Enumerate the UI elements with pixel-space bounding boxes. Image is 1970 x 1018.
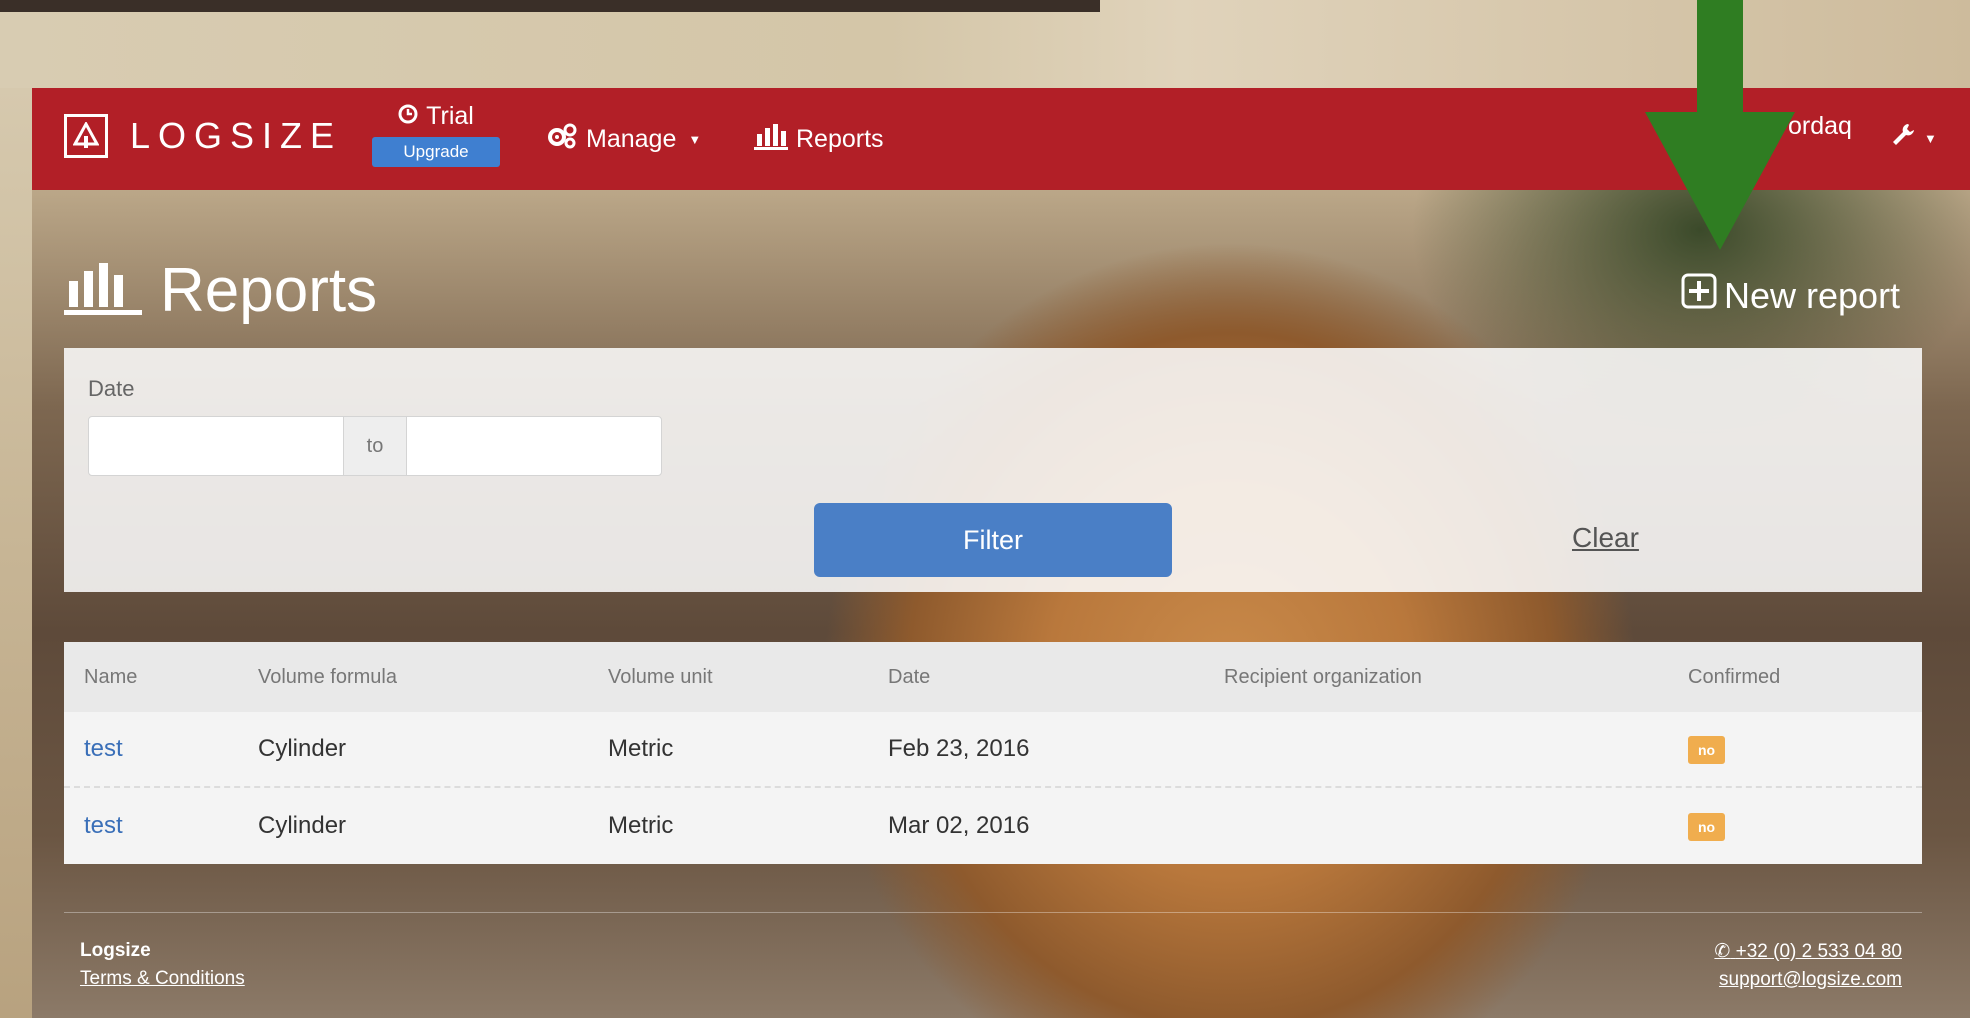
date-to-separator: to: [344, 416, 406, 476]
nav-reports-link[interactable]: Reports: [754, 122, 884, 157]
cell-date: Mar 02, 2016: [888, 812, 1030, 839]
cell-volume-formula: Cylinder: [258, 812, 347, 839]
clock-icon: [398, 102, 418, 131]
phone-number: +32 (0) 2 533 04 80: [1735, 941, 1902, 962]
col-confirmed[interactable]: Confirmed: [1688, 666, 1780, 689]
plus-square-icon: [1680, 272, 1718, 319]
col-name[interactable]: Name: [84, 666, 137, 689]
filter-panel: Date to Filter Clear: [64, 348, 1922, 592]
footer-right: ✆ +32 (0) 2 533 04 80 support@logsize.co…: [1714, 940, 1902, 997]
gears-icon: [546, 122, 578, 157]
terms-link[interactable]: Terms & Conditions: [80, 968, 245, 990]
report-name-link[interactable]: test: [84, 735, 123, 763]
nav-reports-label: Reports: [796, 125, 884, 153]
date-to-input[interactable]: [406, 416, 662, 476]
col-volume-unit[interactable]: Volume unit: [608, 666, 713, 689]
date-from-input[interactable]: [88, 416, 344, 476]
cell-volume-formula: Cylinder: [258, 735, 347, 762]
chevron-down-icon: ▼: [1924, 131, 1937, 146]
chevron-down-icon: ▼: [688, 132, 702, 147]
logo-text: LOGSIZE: [130, 115, 343, 156]
trial-label: Trial: [426, 102, 474, 130]
page-title-text: Reports: [160, 256, 378, 325]
date-range: to: [88, 416, 662, 478]
bar-chart-icon: [754, 122, 788, 157]
filter-button[interactable]: Filter: [814, 503, 1172, 577]
cell-date: Feb 23, 2016: [888, 735, 1030, 762]
new-report-button[interactable]: New report: [1680, 272, 1900, 319]
nav-manage-label: Manage: [586, 125, 677, 153]
wrench-icon: [1890, 122, 1916, 155]
phone-icon: ✆: [1714, 941, 1731, 962]
col-recipient-organization[interactable]: Recipient organization: [1224, 666, 1422, 689]
footer-divider: [64, 912, 1922, 913]
cell-volume-unit: Metric: [608, 812, 674, 839]
logo-tree-icon: [64, 114, 108, 158]
nav-manage-dropdown[interactable]: Manage ▼: [546, 122, 701, 157]
reports-table: Name Volume formula Volume unit Date Rec…: [64, 642, 1922, 864]
col-volume-formula[interactable]: Volume formula: [258, 666, 397, 689]
table-row[interactable]: test Cylinder Metric Mar 02, 2016 no: [64, 788, 1922, 864]
settings-dropdown[interactable]: ▼: [1890, 122, 1937, 155]
upgrade-button[interactable]: Upgrade: [372, 137, 500, 167]
new-report-label: New report: [1724, 274, 1901, 316]
bar-chart-icon: [64, 259, 142, 322]
page-title: Reports: [64, 255, 377, 326]
cell-volume-unit: Metric: [608, 735, 674, 762]
clear-link[interactable]: Clear: [1572, 522, 1639, 554]
logo[interactable]: LOGSIZE: [64, 114, 342, 158]
support-email-link[interactable]: support@logsize.com: [1714, 969, 1902, 991]
confirmed-badge: no: [1688, 813, 1726, 841]
date-label: Date: [88, 376, 135, 401]
table-row[interactable]: test Cylinder Metric Feb 23, 2016 no: [64, 712, 1922, 788]
trial-indicator: Trial Upgrade: [372, 102, 500, 167]
phone-link[interactable]: ✆ +32 (0) 2 533 04 80: [1714, 940, 1902, 963]
table-header: Name Volume formula Volume unit Date Rec…: [64, 642, 1922, 712]
footer-brand: Logsize: [80, 940, 151, 961]
col-date[interactable]: Date: [888, 666, 930, 689]
confirmed-badge: no: [1688, 736, 1726, 764]
background-left: [0, 88, 32, 1018]
footer-left: Logsize Terms & Conditions: [80, 940, 245, 990]
down-arrow-annotation: [1640, 0, 1800, 255]
report-name-link[interactable]: test: [84, 812, 123, 840]
